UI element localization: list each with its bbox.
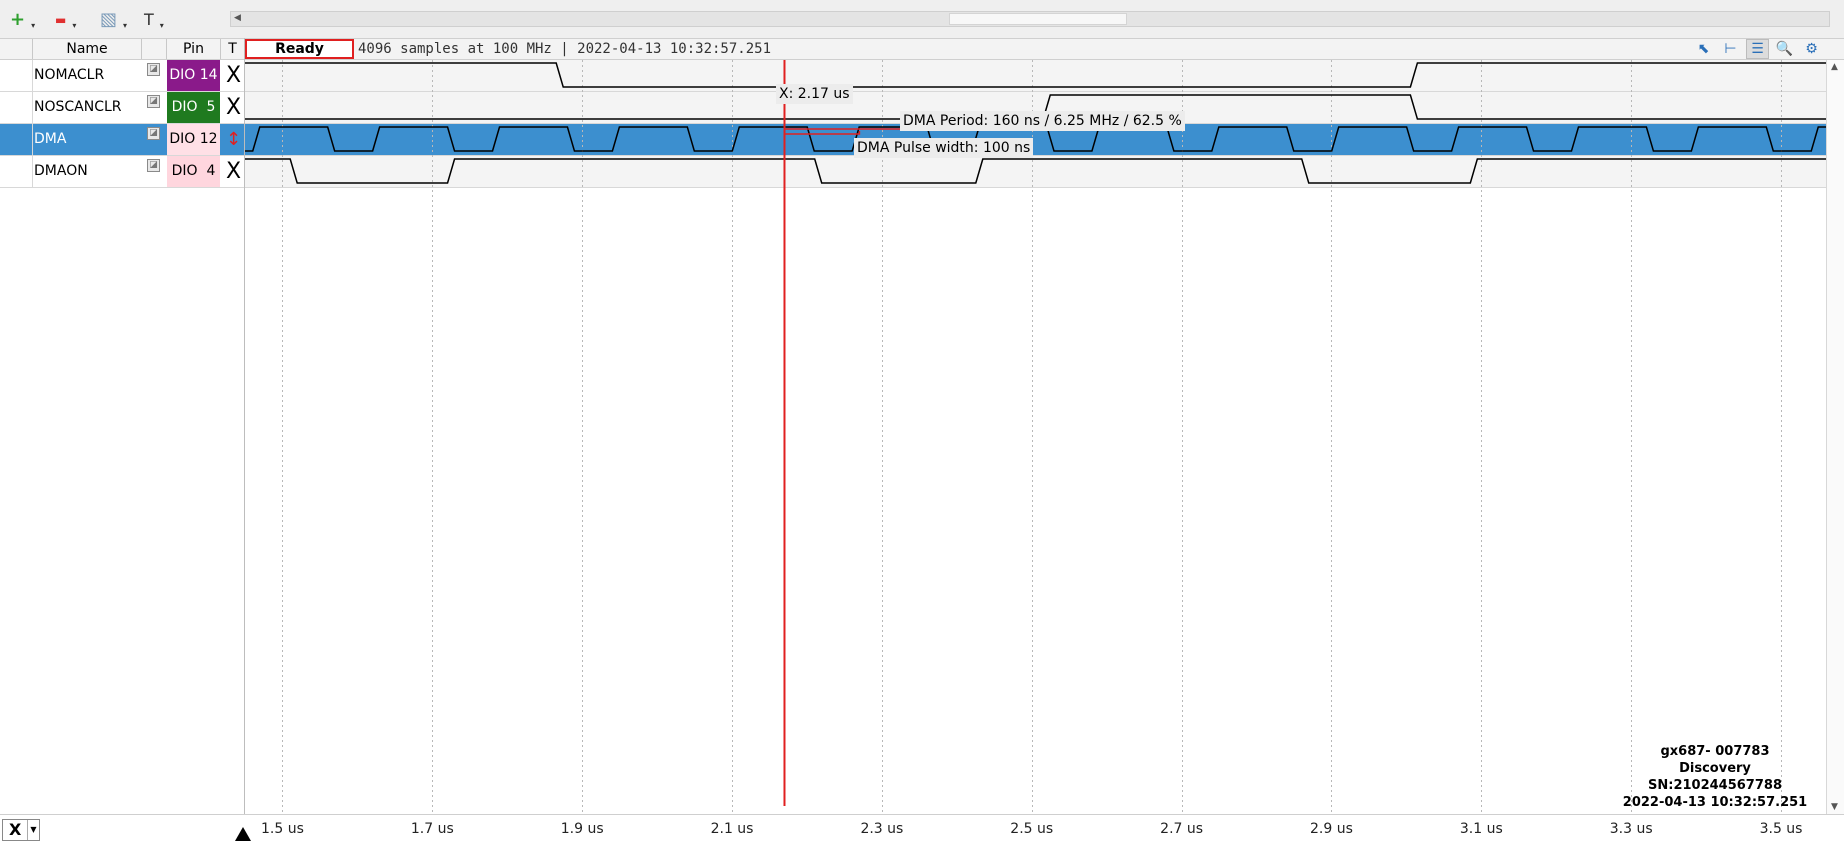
chevron-down-icon[interactable]: ▾ (31, 21, 35, 30)
signal-name: DMA (34, 131, 67, 147)
edit-signal-button[interactable]: ▧ ▾ (100, 8, 127, 32)
signal-name: DMAON (34, 163, 88, 179)
grip-header (0, 39, 33, 59)
header-row: Name Pin T Ready 4096 samples at 100 MHz… (0, 38, 1844, 60)
waveform-plot[interactable]: X: 2.17 us DMA Period: 160 ns / 6.25 MHz… (245, 52, 1844, 814)
tick-label: 2.1 us (710, 821, 754, 837)
period-measurement: DMA Period: 160 ns / 6.25 MHz / 62.5 % (900, 111, 1185, 131)
edit-icon[interactable]: ◪ (147, 95, 160, 108)
tick-label: 2.9 us (1310, 821, 1353, 837)
axis-select[interactable]: X ▼ (2, 819, 40, 841)
tick-label: 1.9 us (560, 821, 604, 837)
signal-name: NOMACLR (34, 67, 105, 83)
pin-badge[interactable]: DIO 5 (167, 92, 220, 123)
tick-label: 3.3 us (1609, 821, 1653, 837)
cursor-readout: X: 2.17 us (776, 84, 853, 104)
trigger-position-marker[interactable] (235, 827, 251, 841)
tick-label: 2.3 us (860, 821, 904, 837)
signal-lane (245, 156, 1826, 187)
signal-name: NOSCANCLR (34, 99, 122, 115)
time-axis: X ▼ 1.5 us 1.7 us 1.9 us 2.1 us 2.3 us 2.5 us… (0, 814, 1844, 844)
scrollbar-thumb[interactable] (949, 13, 1127, 25)
tick-label: 2.7 us (1160, 821, 1204, 837)
gear-icon[interactable]: ⚙ (1800, 39, 1823, 59)
trigger-none-icon[interactable]: X (222, 156, 245, 187)
align-top-icon[interactable]: ☰ (1746, 39, 1769, 59)
device-serial: SN:210244567788 (1648, 778, 1782, 793)
scroll-down-icon[interactable]: ▼ (1831, 802, 1838, 812)
vertical-scrollbar[interactable]: ▲ ▼ (1826, 60, 1844, 814)
tick-label: 2.5 us (1010, 821, 1054, 837)
signal-row-dmaon[interactable]: DMAON ◪ DIO 4 X (0, 156, 245, 188)
add-signal-button[interactable]: + ▾ (10, 8, 35, 32)
name-column-header[interactable]: Name (33, 39, 142, 59)
cursor-tool-icon[interactable]: ⬉ (1692, 39, 1715, 59)
tick-label: 3.5 us (1759, 821, 1803, 837)
horizontal-scrollbar[interactable]: ◀ (230, 11, 1830, 27)
edit-icon[interactable]: ◪ (147, 63, 160, 76)
row-grip[interactable] (0, 124, 33, 155)
signal-row-nomaclr[interactable]: NOMACLR ◪ DIO 14 X (0, 60, 245, 92)
edit-icon[interactable]: ◪ (147, 127, 160, 140)
row-grip[interactable] (0, 92, 33, 123)
axis-select-value: X (9, 820, 22, 839)
status-badge: Ready (245, 39, 354, 59)
pulse-width-measurement: DMA Pulse width: 100 ns (854, 138, 1034, 158)
edit-column-header (142, 39, 167, 59)
row-grip[interactable] (0, 60, 33, 91)
toolbar: + ▾ ▬ ▾ ▧ ▾ T ▾ ◀ (0, 0, 1844, 40)
edit-icon: ▧ (100, 9, 118, 30)
signal-list: NOMACLR ◪ DIO 14 X NOSCANCLR ◪ DIO 5 X D… (0, 60, 245, 814)
scroll-left-icon[interactable]: ◀ (234, 13, 241, 23)
remove-signal-button[interactable]: ▬ ▾ (55, 8, 76, 32)
plus-icon: + (10, 9, 26, 30)
tick-label: 1.7 us (410, 821, 454, 837)
text-icon: T (144, 10, 154, 29)
minus-icon: ▬ (55, 13, 67, 27)
tick-label: 1.5 us (261, 821, 304, 837)
device-info: gx687- 007783 Discovery SN:210244567788 … (1605, 743, 1825, 811)
capture-info: 4096 samples at 100 MHz | 2022-04-13 10:… (358, 41, 772, 57)
device-model: Discovery (1679, 761, 1751, 776)
pin-badge[interactable]: DIO 12 (167, 124, 220, 155)
chevron-down-icon[interactable]: ▼ (27, 820, 39, 840)
trigger-none-icon[interactable]: X (222, 92, 245, 123)
device-timestamp: 2022-04-13 10:32:57.251 (1622, 795, 1808, 810)
pin-badge[interactable]: DIO 4 (167, 156, 220, 187)
text-button[interactable]: T ▾ (144, 8, 164, 32)
trigger-none-icon[interactable]: X (222, 60, 245, 91)
chevron-down-icon[interactable]: ▾ (72, 21, 76, 30)
pin-badge[interactable]: DIO 14 (167, 60, 220, 91)
tick-label: 3.1 us (1459, 821, 1503, 837)
row-grip[interactable] (0, 156, 33, 187)
pin-column-header[interactable]: Pin (167, 39, 221, 59)
waveform-canvas[interactable] (245, 52, 1844, 814)
zoom-icon[interactable]: 🔍 (1773, 39, 1796, 59)
chevron-down-icon[interactable]: ▾ (123, 21, 127, 30)
edit-icon[interactable]: ◪ (147, 159, 160, 172)
align-left-icon[interactable]: ⊢ (1719, 39, 1742, 59)
signal-row-noscanclr[interactable]: NOSCANCLR ◪ DIO 5 X (0, 92, 245, 124)
signal-row-dma[interactable]: DMA ◪ DIO 12 ↕ (0, 124, 245, 156)
trigger-column-header[interactable]: T (221, 39, 245, 59)
device-name: gx687- 007783 (1660, 744, 1770, 759)
chevron-down-icon[interactable]: ▾ (160, 21, 164, 30)
view-tools: ⬉ ⊢ ☰ 🔍 ⚙ (1692, 39, 1823, 59)
scroll-up-icon[interactable]: ▲ (1831, 62, 1838, 72)
trigger-edge-icon[interactable]: ↕ (222, 124, 245, 155)
